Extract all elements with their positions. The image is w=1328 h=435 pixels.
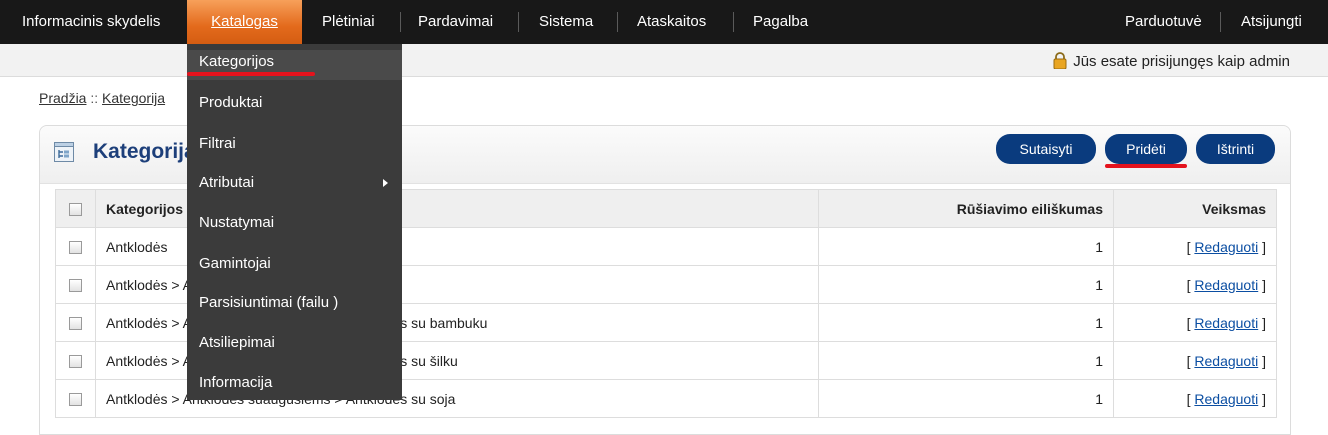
action-cell: [ Redaguoti ] [1113, 379, 1277, 418]
row-checkbox[interactable] [69, 241, 82, 255]
row-checkbox[interactable] [69, 317, 82, 331]
lock-icon [1053, 52, 1067, 69]
nav-ataskaitos[interactable]: Ataskaitos [625, 0, 718, 44]
nav-separator [518, 12, 519, 32]
select-all-cell [55, 189, 96, 228]
annotation-underline-kategorijos [187, 72, 315, 76]
sort-order: 1 [818, 341, 1114, 380]
breadcrumb-home-link[interactable]: Pradžia [39, 90, 86, 106]
catalog-dropdown-menu: Kategorijos Produktai Filtrai Atributai … [187, 44, 402, 400]
nav-katalogas[interactable]: Katalogas [187, 0, 302, 44]
action-cell: [ Redaguoti ] [1113, 265, 1277, 304]
edit-link[interactable]: Redaguoti [1194, 239, 1258, 255]
row-checkbox[interactable] [69, 279, 82, 293]
menu-item-informacija[interactable]: Informacija [187, 368, 402, 398]
nav-separator [400, 12, 401, 32]
menu-item-nustatymai[interactable]: Nustatymai [187, 208, 402, 238]
nav-separator [617, 12, 618, 32]
menu-item-atributai[interactable]: Atributai [187, 168, 402, 198]
login-status: Jūs esate prisijungęs kaip admin [1053, 52, 1290, 70]
menu-item-produktai[interactable]: Produktai [187, 88, 402, 118]
row-select-cell [55, 303, 96, 342]
nav-atsijungti[interactable]: Atsijungti [1229, 0, 1314, 44]
edit-bracket-close: ] [1258, 314, 1266, 331]
sort-order: 1 [818, 227, 1114, 266]
sort-order: 1 [818, 379, 1114, 418]
row-select-cell [55, 379, 96, 418]
nav-separator [1220, 12, 1221, 32]
login-text: Jūs esate prisijungęs kaip admin [1073, 53, 1290, 70]
nav-informacinis-skydelis[interactable]: Informacinis skydelis [10, 0, 172, 44]
action-cell: [ Redaguoti ] [1113, 341, 1277, 380]
nav-pagalba[interactable]: Pagalba [741, 0, 820, 44]
edit-link[interactable]: Redaguoti [1194, 277, 1258, 293]
nav-parduotuve[interactable]: Parduotuvė [1113, 0, 1214, 44]
menu-item-parsisiuntimai[interactable]: Parsisiuntimai (failu ) [187, 288, 402, 318]
row-checkbox[interactable] [69, 393, 82, 407]
edit-link[interactable]: Redaguoti [1194, 315, 1258, 331]
nav-sistema[interactable]: Sistema [527, 0, 605, 44]
row-select-cell [55, 265, 96, 304]
menu-item-filtrai[interactable]: Filtrai [187, 129, 402, 159]
edit-bracket-close: ] [1258, 238, 1266, 255]
breadcrumb: Pradžia :: Kategorija [39, 90, 165, 106]
edit-link[interactable]: Redaguoti [1194, 391, 1258, 407]
repair-button[interactable]: Sutaisyti [996, 134, 1096, 164]
nav-katalogas-label: Katalogas [211, 13, 278, 30]
edit-bracket-close: ] [1258, 276, 1266, 293]
row-select-cell [55, 227, 96, 266]
menu-item-atsiliepimai[interactable]: Atsiliepimai [187, 328, 402, 358]
row-checkbox[interactable] [69, 355, 82, 369]
nav-separator [733, 12, 734, 32]
category-list-icon [54, 142, 74, 162]
sort-order: 1 [818, 303, 1114, 342]
annotation-underline-prideti [1105, 164, 1187, 168]
submenu-arrow-icon [383, 179, 388, 187]
column-header-action: Veiksmas [1113, 189, 1277, 228]
add-button[interactable]: Pridėti [1105, 134, 1187, 164]
edit-bracket-close: ] [1258, 390, 1266, 407]
row-select-cell [55, 341, 96, 380]
page-title: Kategorija [93, 140, 196, 163]
action-cell: [ Redaguoti ] [1113, 227, 1277, 266]
edit-link[interactable]: Redaguoti [1194, 353, 1258, 369]
column-header-sort[interactable]: Rūšiavimo eiliškumas [818, 189, 1114, 228]
menu-item-gamintojai[interactable]: Gamintojai [187, 249, 402, 279]
breadcrumb-current-link[interactable]: Kategorija [102, 90, 165, 106]
nav-pletiniai[interactable]: Plėtiniai [310, 0, 387, 44]
sort-order: 1 [818, 265, 1114, 304]
menu-item-atributai-label: Atributai [199, 174, 255, 191]
top-nav: Informacinis skydelis Katalogas Plėtinia… [0, 0, 1328, 44]
select-all-checkbox[interactable] [69, 203, 82, 217]
action-cell: [ Redaguoti ] [1113, 303, 1277, 342]
delete-button[interactable]: Ištrinti [1196, 134, 1275, 164]
breadcrumb-separator: :: [86, 90, 103, 106]
nav-pardavimai[interactable]: Pardavimai [406, 0, 505, 44]
edit-bracket-close: ] [1258, 352, 1266, 369]
